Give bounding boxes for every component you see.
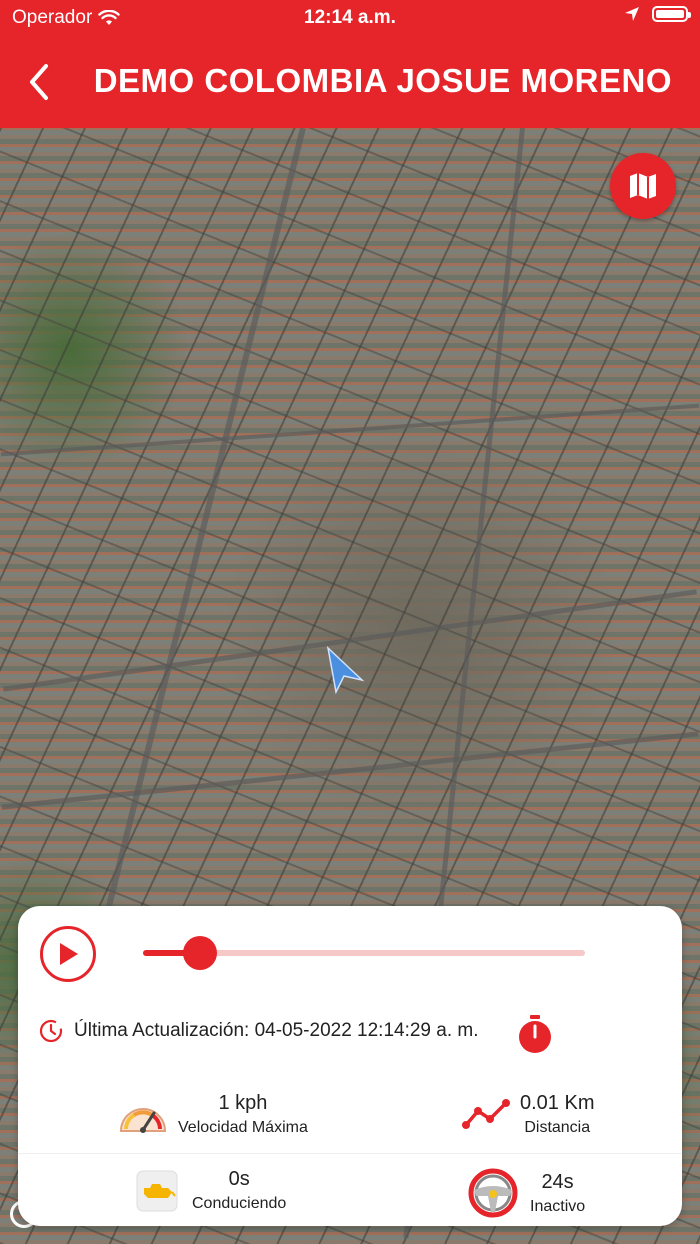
map-road: [0, 403, 700, 457]
status-bar: Operador 12:14 a.m.: [0, 0, 700, 36]
slider-knob[interactable]: [183, 936, 218, 970]
last-update-text: Última Actualización: 04-05-2022 12:14:2…: [74, 1020, 479, 1041]
battery-icon: [652, 6, 691, 22]
last-update-row: Última Actualización: 04-05-2022 12:14:2…: [38, 1018, 479, 1044]
max-speed-label: Velocidad Máxima: [178, 1119, 308, 1136]
trip-info-panel: Última Actualización: 04-05-2022 12:14:2…: [18, 906, 682, 1226]
vehicle-arrow-icon[interactable]: [324, 646, 366, 694]
idle-label: Inactivo: [530, 1197, 586, 1215]
status-right: [624, 6, 691, 22]
engine-icon: [136, 1170, 178, 1211]
location-arrow-icon: [625, 7, 639, 21]
page-title: DEMO COLOMBIA JOSUE MORENO: [93, 62, 672, 99]
stat-driving: 0s Conduciendo: [136, 1168, 286, 1213]
speedometer-icon: [119, 1107, 167, 1133]
max-speed-value: 1 kph: [218, 1092, 268, 1114]
play-icon: [60, 943, 78, 965]
driving-label: Conduciendo: [192, 1195, 287, 1212]
stat-distance: 0.01 Km Distancia: [462, 1092, 594, 1137]
playback-slider[interactable]: [143, 936, 585, 970]
status-time: 12:14 a.m.: [304, 7, 396, 28]
stopwatch-icon[interactable]: [516, 1014, 554, 1054]
distance-label: Distancia: [524, 1119, 591, 1136]
idle-value: 24s: [541, 1170, 574, 1193]
play-button[interactable]: [40, 926, 96, 982]
driving-value: 0s: [228, 1168, 250, 1190]
map-road: [1, 731, 699, 810]
stat-max-speed: 1 kph Velocidad Máxima: [118, 1092, 308, 1137]
clock-icon: [39, 1019, 63, 1043]
distance-value: 0.01 Km: [520, 1092, 595, 1114]
back-button[interactable]: [20, 58, 60, 106]
navigation-bar: DEMO COLOMBIA JOSUE MORENO: [0, 36, 700, 128]
chevron-left-icon: [30, 64, 48, 100]
stats-divider: [18, 1153, 682, 1154]
map-icon: [630, 173, 656, 199]
map-layer-button[interactable]: [610, 153, 676, 219]
route-icon: [462, 1098, 510, 1129]
stat-idle: 24s Inactivo: [466, 1168, 585, 1218]
steering-wheel-icon: [468, 1168, 518, 1218]
